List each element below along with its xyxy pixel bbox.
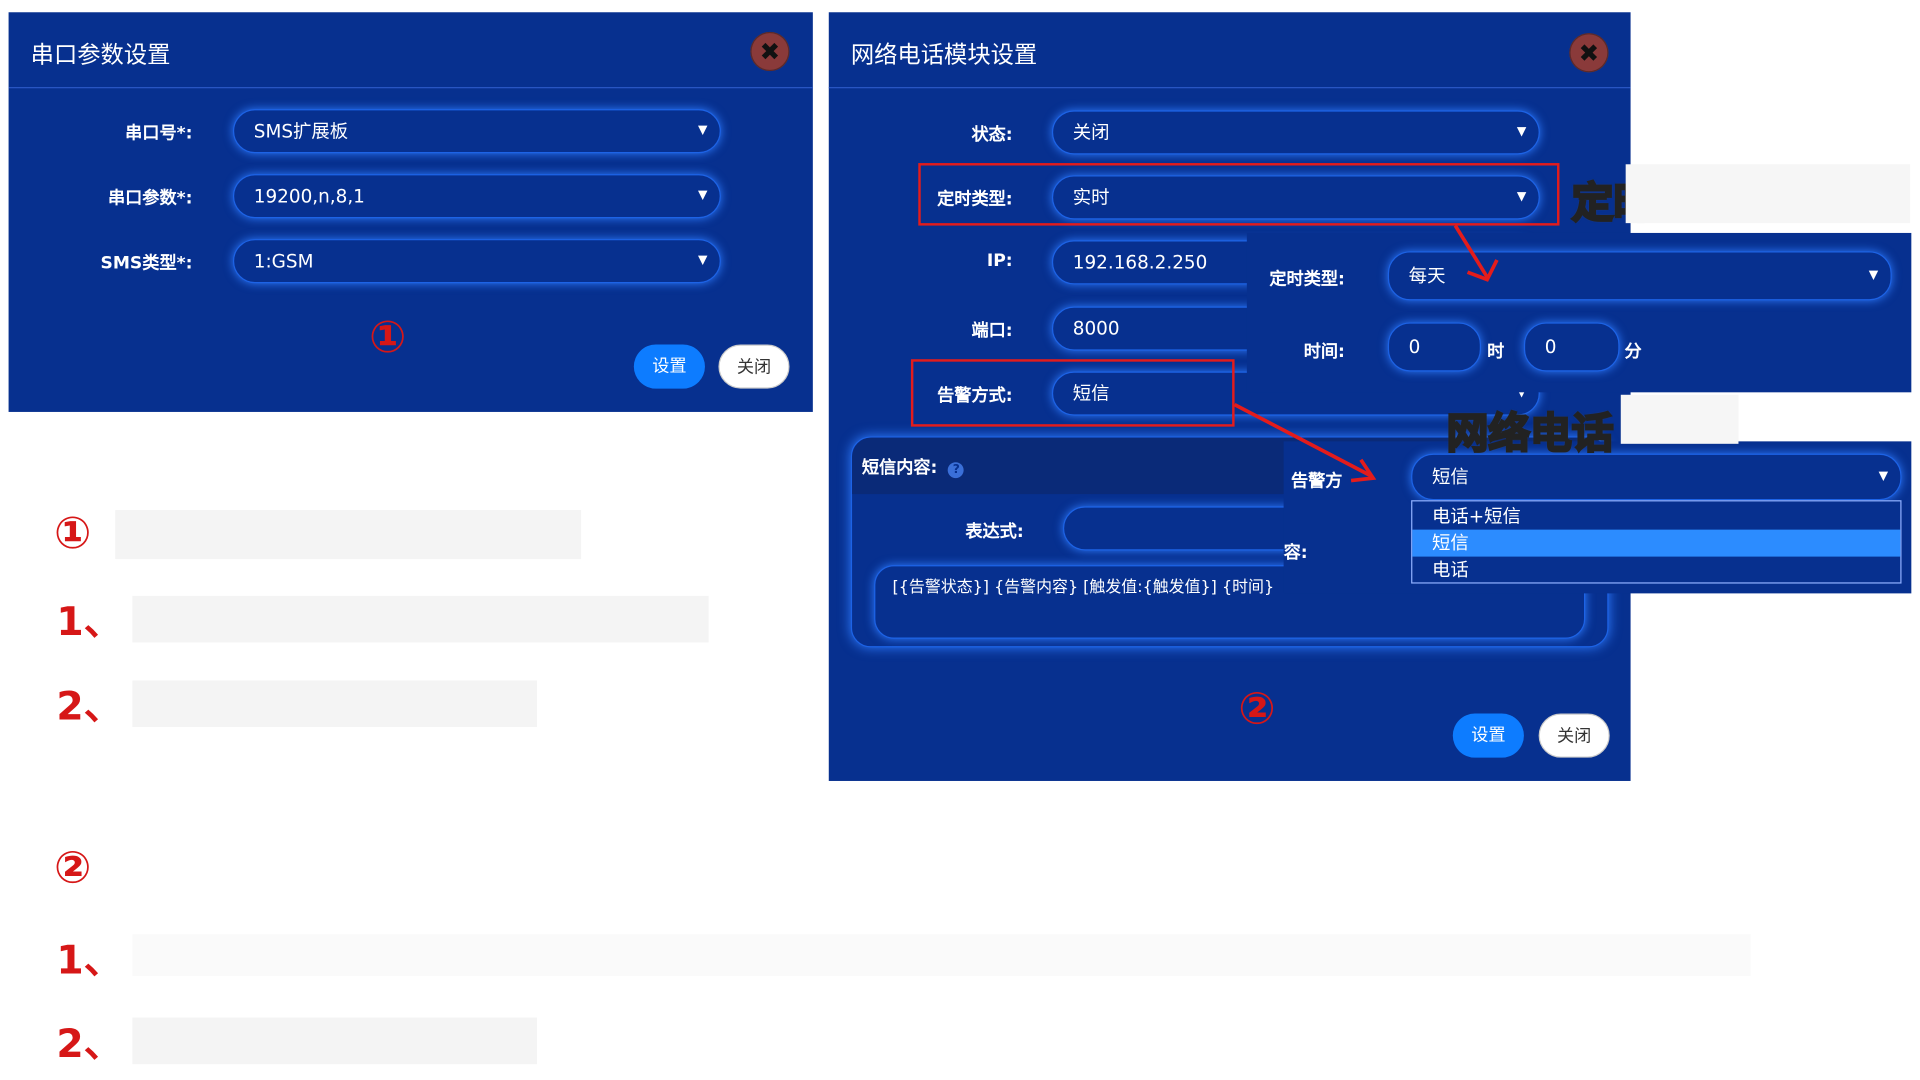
phone-type-options: 电话+短信 短信 电话 xyxy=(1411,500,1902,584)
hour-unit: 时 xyxy=(1487,342,1505,362)
annotation-marker-2: ② xyxy=(1238,684,1276,735)
params-label: 串口参数*: xyxy=(107,188,193,209)
note-2-item-1: 1、 xyxy=(56,936,123,984)
status-select-value: 关闭 xyxy=(1072,121,1110,144)
caption-mask xyxy=(1625,164,1911,224)
sms-type-label: SMS类型*: xyxy=(100,253,193,274)
set-button[interactable]: 设置 xyxy=(1452,713,1524,758)
phone-type-select[interactable]: 短信 ▼ xyxy=(1411,453,1902,501)
option-phone-sms[interactable]: 电话+短信 xyxy=(1412,503,1900,530)
note-1-item-1: 1、 xyxy=(56,598,123,645)
phone-type-popup-caption: 网络电话 xyxy=(1445,408,1614,459)
timer-popup: 定时类型: 每天 ▼ 时间: 0 时 0 分 xyxy=(1246,232,1912,393)
screenshot-stage: 串口参数设置 ✖ 串口号*: SMS扩展板 ▼ 串口参数*: 19200,n,8… xyxy=(0,0,1920,1079)
timer-popup-type-select[interactable]: 每天 ▼ xyxy=(1387,251,1892,301)
note-heading-1-ghost xyxy=(115,510,582,560)
phone-type-select-value: 短信 xyxy=(1431,465,1469,488)
port-input-value: 8000 xyxy=(1072,317,1120,340)
expression-label: 表达式: xyxy=(965,522,1024,542)
minute-unit: 分 xyxy=(1624,342,1642,362)
note-2-item-2: 2、 xyxy=(56,1020,123,1067)
annotation-marker-1: ① xyxy=(369,312,407,363)
partial-label: 容: xyxy=(1283,543,1308,563)
note-1-item-2-ghost xyxy=(132,680,537,728)
chevron-down-icon: ▼ xyxy=(1878,469,1889,484)
status-select[interactable]: 关闭 ▼ xyxy=(1051,110,1540,155)
hour-input-value: 0 xyxy=(1408,335,1421,358)
alarm-label-partial: 告警方 xyxy=(1290,472,1343,492)
note-2-item-1-ghost xyxy=(132,934,1751,976)
timer-popup-time-label: 时间: xyxy=(1303,342,1345,362)
sms-type-select-value: 1:GSM xyxy=(253,250,314,273)
hour-input[interactable]: 0 xyxy=(1387,322,1482,372)
port-label: 串口号*: xyxy=(125,123,193,144)
minute-input-value: 0 xyxy=(1544,335,1557,358)
minute-input[interactable]: 0 xyxy=(1523,322,1620,372)
close-button[interactable]: 关闭 xyxy=(718,344,790,389)
chevron-down-icon: ▼ xyxy=(1516,125,1527,139)
divider xyxy=(828,87,1631,89)
help-icon[interactable]: ? xyxy=(948,462,965,479)
option-phone[interactable]: 电话 xyxy=(1412,557,1900,584)
sms-type-select[interactable]: 1:GSM ▼ xyxy=(232,239,721,284)
port-label: 端口: xyxy=(971,321,1013,341)
chevron-down-icon: ▼ xyxy=(1868,268,1879,282)
serial-params-dialog: 串口参数设置 ✖ 串口号*: SMS扩展板 ▼ 串口参数*: 19200,n,8… xyxy=(8,12,813,412)
annotation-box-alarm-mode xyxy=(910,359,1235,427)
ip-label: IP: xyxy=(986,251,1013,271)
status-label: 状态: xyxy=(971,125,1013,145)
port-select-value: SMS扩展板 xyxy=(253,120,349,143)
close-icon[interactable]: ✖ xyxy=(1569,33,1609,73)
note-marker-2: ② xyxy=(53,843,92,894)
chevron-down-icon: ▼ xyxy=(697,123,708,138)
sms-content-label: 短信内容: ? xyxy=(862,455,965,480)
close-icon[interactable]: ✖ xyxy=(750,31,790,72)
note-1-item-1-ghost xyxy=(132,595,709,643)
annotation-box-timer-type xyxy=(918,163,1560,226)
template-text: [{告警状态}] {告警内容} [触发值:{触发值}] {时间} xyxy=(892,578,1275,598)
option-sms[interactable]: 短信 xyxy=(1412,529,1901,557)
timer-popup-type-value: 每天 xyxy=(1408,264,1446,287)
note-marker-1: ① xyxy=(53,508,92,560)
set-button[interactable]: 设置 xyxy=(633,344,705,389)
caption-mask xyxy=(1620,394,1739,444)
dialog-title: 串口参数设置 xyxy=(30,41,171,69)
phone-type-popup: 告警方 容: 短信 ▼ 电话+短信 短信 电话 xyxy=(1283,441,1912,594)
ip-input-value: 192.168.2.250 xyxy=(1072,251,1208,274)
port-select[interactable]: SMS扩展板 ▼ xyxy=(232,109,721,154)
chevron-down-icon: ▼ xyxy=(697,253,708,268)
close-button[interactable]: 关闭 xyxy=(1538,713,1610,758)
params-select-value: 19200,n,8,1 xyxy=(253,185,365,208)
divider xyxy=(8,87,813,89)
dialog-title: 网络电话模块设置 xyxy=(850,41,1038,69)
note-1-item-2: 2、 xyxy=(56,682,123,730)
timer-popup-type-label: 定时类型: xyxy=(1269,269,1345,290)
note-2-item-2-ghost xyxy=(132,1017,537,1065)
chevron-down-icon: ▼ xyxy=(697,188,708,203)
params-select[interactable]: 19200,n,8,1 ▼ xyxy=(232,174,721,219)
